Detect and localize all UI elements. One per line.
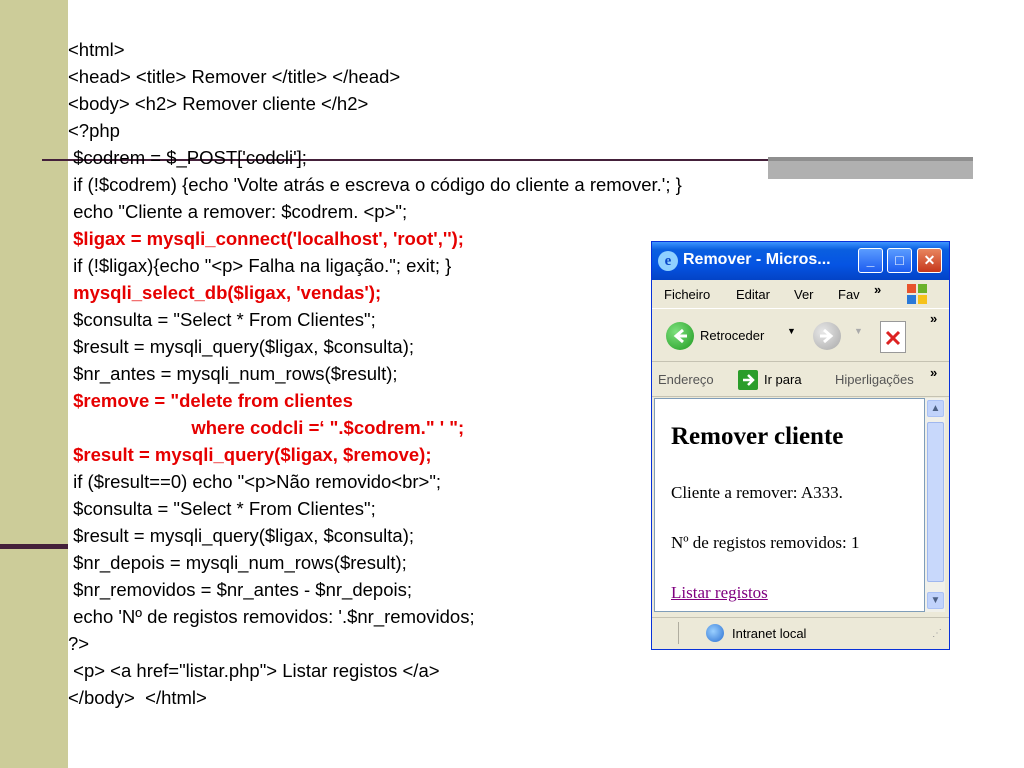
close-button[interactable]: ✕ bbox=[917, 248, 942, 273]
client-line: Cliente a remover: A333. bbox=[671, 483, 843, 502]
code-line: where codcli =‘ ".$codrem." ' "; bbox=[68, 417, 465, 438]
scroll-down-icon[interactable]: ▼ bbox=[927, 592, 944, 609]
code-line: $remove = "delete from clientes bbox=[68, 390, 353, 411]
code-line: $result = mysqli_query($ligax, $consulta… bbox=[68, 336, 415, 357]
code-line: mysqli_select_db($ligax, 'vendas'); bbox=[68, 282, 382, 303]
menu-favorites[interactable]: Fav bbox=[838, 287, 860, 302]
forward-dropdown-icon[interactable]: ▼ bbox=[854, 326, 863, 336]
code-line: if (!$codrem) {echo 'Volte atrás e escre… bbox=[68, 174, 682, 195]
address-bar: Endereço Ir para Hiperligações » bbox=[652, 363, 949, 397]
php-code-listing: <html> <head> <title> Remover </title> </… bbox=[68, 36, 682, 711]
code-line: $consulta = "Select * From Clientes"; bbox=[68, 309, 376, 330]
code-line: echo 'Nº de registos removidos: '.$nr_re… bbox=[68, 606, 475, 627]
back-arrow-icon[interactable] bbox=[666, 322, 694, 350]
go-button-label[interactable]: Ir para bbox=[764, 372, 802, 387]
forward-arrow-icon[interactable] bbox=[813, 322, 841, 350]
code-line: echo "Cliente a remover: $codrem. <p>"; bbox=[68, 201, 408, 222]
vertical-scrollbar[interactable]: ▲ ▼ bbox=[925, 398, 945, 612]
status-zone-label: Intranet local bbox=[732, 626, 807, 641]
standard-toolbar: Retroceder ▼ ▼ » bbox=[652, 308, 949, 362]
code-line: if ($result==0) echo "<p>Não removido<br… bbox=[68, 471, 442, 492]
code-line: <body> <h2> Remover cliente </h2> bbox=[68, 93, 369, 114]
back-dropdown-icon[interactable]: ▼ bbox=[787, 326, 796, 336]
status-divider bbox=[678, 622, 679, 644]
minimize-button[interactable]: _ bbox=[858, 248, 883, 273]
code-line: <head> <title> Remover </title> </head> bbox=[68, 66, 401, 87]
decorative-gray-bar-shade bbox=[768, 157, 973, 161]
code-line: <?php bbox=[68, 120, 120, 141]
page-content: Remover cliente Cliente a remover: A333.… bbox=[654, 398, 925, 612]
list-records-link[interactable]: Listar registos bbox=[671, 583, 768, 603]
links-toolbar[interactable]: Hiperligações bbox=[835, 372, 914, 387]
code-line: $ligax = mysqli_connect('localhost', 'ro… bbox=[68, 228, 464, 249]
maximize-button[interactable]: □ bbox=[887, 248, 912, 273]
menu-overflow[interactable]: » bbox=[874, 282, 881, 297]
code-line: <html> bbox=[68, 39, 125, 60]
window-title: Remover - Micros... bbox=[683, 251, 831, 268]
scroll-up-icon[interactable]: ▲ bbox=[927, 400, 944, 417]
decorative-line-bottom bbox=[0, 544, 68, 549]
status-bar: Intranet local ⋰ bbox=[652, 617, 949, 649]
code-line: $codrem = $_POST['codcli']; bbox=[68, 147, 307, 168]
go-arrow-icon[interactable] bbox=[738, 370, 758, 390]
code-line: $nr_antes = mysqli_num_rows($result); bbox=[68, 363, 398, 384]
menu-bar: Ficheiro Editar Ver Fav » bbox=[652, 280, 949, 308]
code-line: $result = mysqli_query($ligax, $remove); bbox=[68, 444, 432, 465]
window-titlebar[interactable]: e Remover - Micros... _ □ ✕ bbox=[652, 242, 949, 280]
code-line: $nr_depois = mysqli_num_rows($result); bbox=[68, 552, 407, 573]
windows-logo-icon bbox=[904, 282, 932, 306]
stop-icon[interactable] bbox=[880, 321, 906, 353]
intranet-zone-icon bbox=[706, 624, 724, 642]
code-line: <p> <a href="listar.php"> Listar registo… bbox=[68, 660, 440, 681]
page-heading: Remover cliente bbox=[671, 423, 844, 450]
code-line: if (!$ligax){echo "<p> Falha na ligação.… bbox=[68, 255, 452, 276]
menu-edit[interactable]: Editar bbox=[736, 287, 770, 302]
code-line: $consulta = "Select * From Clientes"; bbox=[68, 498, 376, 519]
code-line: </body> </html> bbox=[68, 687, 207, 708]
menu-view[interactable]: Ver bbox=[794, 287, 814, 302]
menu-file[interactable]: Ficheiro bbox=[664, 287, 710, 302]
resize-grip-icon[interactable]: ⋰ bbox=[932, 628, 942, 639]
decorative-side-bar bbox=[0, 0, 68, 768]
code-line: ?> bbox=[68, 633, 90, 654]
removed-count-line: Nº de registos removidos: 1 bbox=[671, 533, 860, 552]
back-button-label[interactable]: Retroceder bbox=[700, 328, 764, 343]
scroll-thumb[interactable] bbox=[927, 422, 944, 582]
ie-logo-icon: e bbox=[658, 251, 678, 271]
ie-browser-window: e Remover - Micros... _ □ ✕ Ficheiro Edi… bbox=[651, 241, 950, 650]
address-overflow[interactable]: » bbox=[930, 365, 937, 380]
toolbar-overflow[interactable]: » bbox=[930, 311, 937, 326]
code-line: $nr_removidos = $nr_antes - $nr_depois; bbox=[68, 579, 412, 600]
code-line: $result = mysqli_query($ligax, $consulta… bbox=[68, 525, 415, 546]
address-label: Endereço bbox=[658, 372, 714, 387]
